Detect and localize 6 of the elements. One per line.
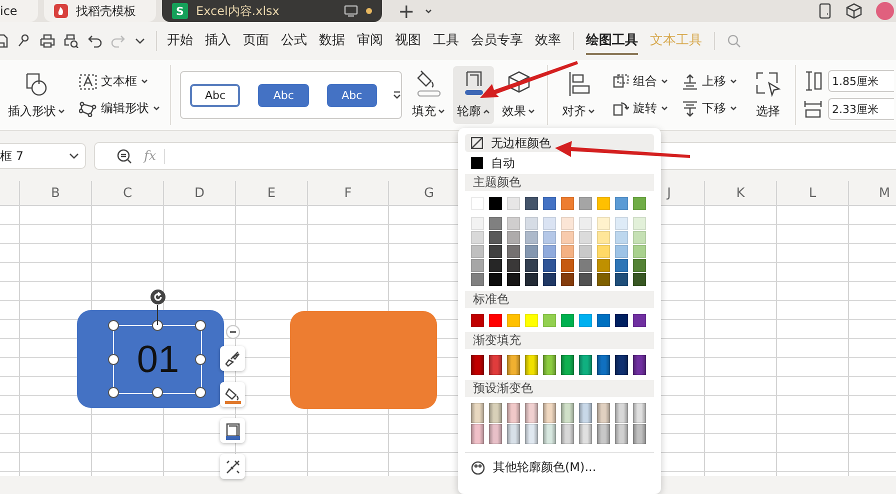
section-heading: 渐变填充 — [465, 332, 654, 349]
section-heading: 主题颜色 — [465, 174, 654, 191]
sheet-logo: S — [172, 3, 188, 19]
section-heading: 标准色 — [465, 291, 654, 308]
shape-text: 01 — [136, 340, 180, 380]
section-heading: 预设渐变色 — [465, 380, 654, 397]
